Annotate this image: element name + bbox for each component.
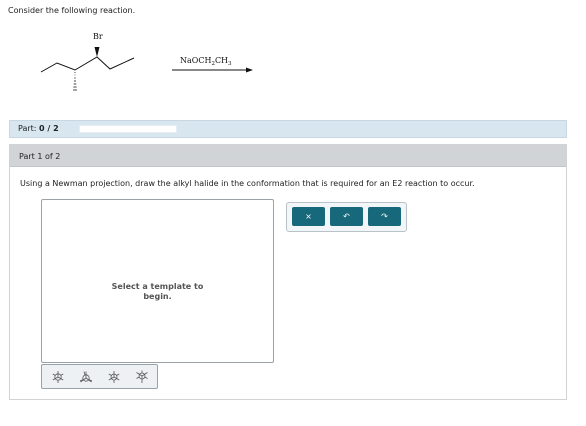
reaction-scheme: Br NaOCH2CH3: [30, 28, 270, 100]
undo-icon: ↶: [343, 212, 350, 221]
part-header-title: Part 1 of 2: [19, 152, 61, 161]
newman-eclipsed-icon[interactable]: [75, 368, 97, 385]
alkyl-halide-skeleton: [40, 56, 135, 73]
newman-staggered-icon[interactable]: [47, 368, 69, 385]
bromine-label: Br: [93, 32, 103, 41]
part-header: Part 1 of 2: [10, 145, 566, 167]
editor-toolbar: × ↶ ↷: [286, 202, 407, 232]
reaction-structure-drawing: Br NaOCH2CH3: [40, 32, 253, 91]
close-icon: ×: [305, 212, 312, 221]
canvas-placeholder: Select a template to begin.: [111, 282, 204, 301]
reaction-arrow: [172, 67, 253, 73]
drawing-canvas[interactable]: Select a template to begin.: [41, 199, 274, 363]
undo-button[interactable]: ↶: [330, 207, 363, 226]
question-text: Using a Newman projection, draw the alky…: [20, 179, 475, 188]
wedge-bond: [94, 47, 100, 57]
part-progress-bar: Part: 0 / 2: [9, 120, 567, 138]
template-toolbar: [41, 364, 158, 389]
newman-gauche-icon[interactable]: [131, 368, 153, 385]
part-progress-value: 0 / 2: [39, 124, 59, 133]
reagent-label: NaOCH2CH3: [180, 56, 232, 67]
clear-button[interactable]: ×: [292, 207, 325, 226]
newman-staggered-alt-icon[interactable]: [103, 368, 125, 385]
redo-icon: ↷: [381, 212, 388, 221]
question-panel: Part 1 of 2 Using a Newman projection, d…: [9, 144, 567, 400]
hashed-bond: [73, 72, 77, 91]
part-progress-label: Part: 0 / 2: [18, 124, 59, 133]
redo-button[interactable]: ↷: [368, 207, 401, 226]
intro-text: Consider the following reaction.: [8, 6, 136, 15]
progress-track: [79, 125, 177, 133]
